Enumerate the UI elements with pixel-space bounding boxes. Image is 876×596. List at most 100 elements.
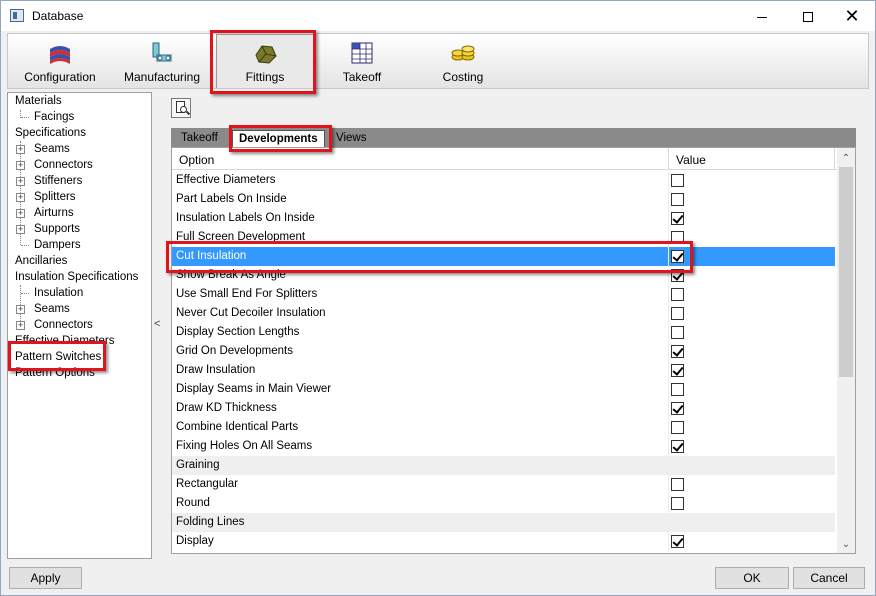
grid-row[interactable]: Grid On Developments bbox=[172, 342, 835, 361]
tree-item-facings[interactable]: Facings bbox=[34, 109, 74, 125]
tree-item-splitters[interactable]: Splitters bbox=[34, 189, 76, 205]
cancel-button[interactable]: Cancel bbox=[793, 567, 865, 589]
apply-button[interactable]: Apply bbox=[9, 567, 82, 589]
value-checkbox[interactable] bbox=[671, 307, 684, 320]
grid-row[interactable]: Fixing Holes On All Seams bbox=[172, 437, 835, 456]
grid-row[interactable]: Display bbox=[172, 532, 835, 551]
value-checkbox[interactable] bbox=[671, 364, 684, 377]
expand-airturns-icon[interactable]: + bbox=[16, 209, 25, 218]
grid-scrollbar[interactable]: ⌃ ⌄ bbox=[837, 148, 855, 553]
maximize-button[interactable] bbox=[785, 1, 831, 31]
books-icon bbox=[50, 46, 70, 64]
ribbon-tab-configuration[interactable]: Configuration bbox=[14, 34, 106, 88]
option-label: Combine Identical Parts bbox=[176, 421, 299, 433]
ribbon-tab-label: Manufacturing bbox=[123, 70, 201, 84]
option-label: Grid On Developments bbox=[176, 345, 293, 357]
tree-item-effective-diameters[interactable]: Effective Diameters bbox=[15, 333, 115, 349]
scroll-thumb[interactable] bbox=[839, 167, 853, 377]
grid-row[interactable]: Combine Identical Parts bbox=[172, 418, 835, 437]
ribbon-tab-fittings[interactable]: Fittings bbox=[216, 34, 314, 88]
tree-item-insulation-specifications[interactable]: Insulation Specifications bbox=[15, 269, 138, 285]
tree-item-airturns[interactable]: Airturns bbox=[34, 205, 74, 221]
grid-section-header: Graining bbox=[172, 456, 835, 475]
subtab-developments[interactable]: Developments bbox=[232, 130, 325, 147]
value-checkbox[interactable] bbox=[671, 478, 684, 491]
window-title: Database bbox=[32, 9, 84, 23]
ribbon-tab-manufacturing[interactable]: Manufacturing bbox=[116, 34, 208, 88]
tree-item-insulation[interactable]: Insulation bbox=[34, 285, 83, 301]
expand-stiffeners-icon[interactable]: + bbox=[16, 177, 25, 186]
value-checkbox[interactable] bbox=[671, 535, 684, 548]
expand-insulation-connectors-icon[interactable]: + bbox=[16, 321, 25, 330]
tree-item-stiffeners[interactable]: Stiffeners bbox=[34, 173, 82, 189]
subtab-views[interactable]: Views bbox=[330, 130, 372, 147]
option-label: Never Cut Decoiler Insulation bbox=[176, 307, 326, 319]
grid-row[interactable]: Full Screen Development bbox=[172, 228, 835, 247]
tree-item-seams[interactable]: Seams bbox=[34, 141, 70, 157]
value-checkbox[interactable] bbox=[671, 231, 684, 244]
tree-item-ancillaries[interactable]: Ancillaries bbox=[15, 253, 67, 269]
grid-row[interactable]: Display Seams in Main Viewer bbox=[172, 380, 835, 399]
expand-insulation-seams-icon[interactable]: + bbox=[16, 305, 25, 314]
grid-row[interactable]: Never Cut Decoiler Insulation bbox=[172, 304, 835, 323]
value-checkbox[interactable] bbox=[671, 174, 684, 187]
grid-row[interactable]: Display Section Lengths bbox=[172, 323, 835, 342]
scroll-up-icon[interactable]: ⌃ bbox=[837, 150, 855, 167]
grid-row-selected[interactable]: Cut Insulation bbox=[172, 247, 835, 266]
machine-icon bbox=[152, 42, 172, 62]
tree-item-insulation-seams[interactable]: Seams bbox=[34, 301, 70, 317]
ribbon-tab-label: Configuration bbox=[24, 70, 96, 84]
tree-item-pattern-switches[interactable]: Pattern Switches bbox=[15, 349, 101, 365]
tree-item-materials[interactable]: Materials bbox=[15, 93, 62, 109]
value-checkbox[interactable] bbox=[671, 326, 684, 339]
option-label: Effective Diameters bbox=[176, 174, 276, 186]
value-checkbox[interactable] bbox=[671, 288, 684, 301]
ribbon-tab-costing[interactable]: Costing bbox=[422, 34, 504, 88]
value-checkbox[interactable] bbox=[671, 212, 684, 225]
value-checkbox[interactable] bbox=[671, 193, 684, 206]
expand-supports-icon[interactable]: + bbox=[16, 225, 25, 234]
subtab-takeoff[interactable]: Takeoff bbox=[175, 130, 224, 147]
option-label: Display Seams in Main Viewer bbox=[176, 383, 332, 395]
value-checkbox[interactable] bbox=[671, 421, 684, 434]
grid-row[interactable]: Effective Diameters bbox=[172, 171, 835, 190]
value-checkbox[interactable] bbox=[671, 250, 684, 263]
column-header-option[interactable]: Option bbox=[179, 153, 214, 167]
ribbon-tab-takeoff[interactable]: Takeoff bbox=[322, 34, 402, 88]
collapse-panel-icon[interactable]: < bbox=[154, 318, 160, 330]
grid-row[interactable]: Insulation Labels On Inside bbox=[172, 209, 835, 228]
tree-item-dampers[interactable]: Dampers bbox=[34, 237, 81, 253]
minimize-button[interactable] bbox=[739, 1, 785, 31]
column-header-value[interactable]: Value bbox=[676, 153, 706, 167]
expand-connectors-icon[interactable]: + bbox=[16, 161, 25, 170]
expand-seams-icon[interactable]: + bbox=[16, 145, 25, 154]
panel-splitter[interactable]: < bbox=[152, 92, 164, 559]
grid-row[interactable]: Draw KD Thickness bbox=[172, 399, 835, 418]
value-checkbox[interactable] bbox=[671, 345, 684, 358]
grid-row[interactable]: Rectangular bbox=[172, 475, 835, 494]
grid-row[interactable]: Use Small End For Splitters bbox=[172, 285, 835, 304]
ok-button[interactable]: OK bbox=[715, 567, 789, 589]
value-checkbox[interactable] bbox=[671, 269, 684, 282]
grid-row[interactable]: Round bbox=[172, 494, 835, 513]
tree-item-pattern-options[interactable]: Pattern Options bbox=[15, 365, 95, 381]
value-checkbox[interactable] bbox=[671, 440, 684, 453]
close-button[interactable]: ✕ bbox=[829, 1, 875, 31]
options-grid: Option Value Effective Diameters Part La… bbox=[171, 147, 856, 554]
scroll-down-icon[interactable]: ⌄ bbox=[837, 536, 855, 553]
find-button[interactable] bbox=[171, 98, 191, 118]
tree-item-connectors[interactable]: Connectors bbox=[34, 157, 93, 173]
grid-row[interactable]: Show Break As Angle bbox=[172, 266, 835, 285]
grid-row[interactable]: Part Labels On Inside bbox=[172, 190, 835, 209]
tree-item-specifications[interactable]: Specifications bbox=[15, 125, 86, 141]
close-icon: ✕ bbox=[844, 6, 860, 26]
option-label: Display bbox=[176, 535, 214, 547]
value-checkbox[interactable] bbox=[671, 497, 684, 510]
tree-item-supports[interactable]: Supports bbox=[34, 221, 80, 237]
grid-row[interactable]: Draw Insulation bbox=[172, 361, 835, 380]
expand-splitters-icon[interactable]: + bbox=[16, 193, 25, 202]
tree-item-insulation-connectors[interactable]: Connectors bbox=[34, 317, 93, 333]
value-checkbox[interactable] bbox=[671, 383, 684, 396]
option-label: Full Screen Development bbox=[176, 231, 306, 243]
value-checkbox[interactable] bbox=[671, 402, 684, 415]
